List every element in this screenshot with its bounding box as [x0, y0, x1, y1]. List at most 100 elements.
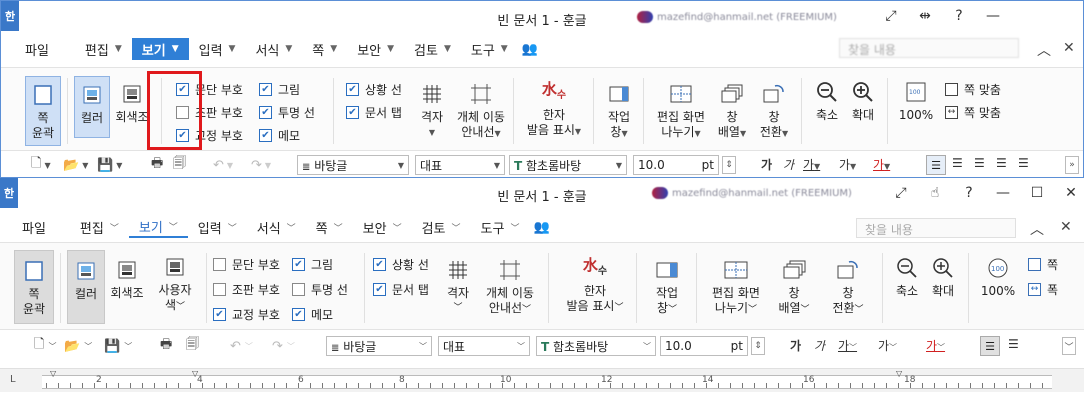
page-outline-button[interactable]: 쪽 윤곽: [14, 250, 54, 324]
check-memo[interactable]: ✔ 메모: [292, 306, 333, 323]
page-outline-button[interactable]: 쪽 윤곽: [25, 76, 61, 146]
help-icon[interactable]: ?: [952, 185, 986, 201]
fit-page-button[interactable]: 쪽: [1028, 256, 1058, 273]
tab-stop-marker[interactable]: L: [10, 374, 16, 385]
window-switch-button[interactable]: 창 전환▼: [753, 82, 795, 141]
language-select[interactable]: 대표 ﹀: [438, 336, 530, 356]
font-size-input[interactable]: 10.0 pt: [660, 336, 748, 356]
zoom-100-button[interactable]: 100 100%: [976, 256, 1020, 299]
margin-marker[interactable]: ▽: [896, 369, 902, 378]
bold-icon[interactable]: 가: [790, 337, 801, 354]
check-doc-tab[interactable]: ✔ 문서 탭: [346, 104, 402, 121]
menu-edit[interactable]: 편집 ﹀: [70, 216, 129, 238]
menu-security[interactable]: 보안 ﹀: [353, 216, 412, 238]
undo-icon[interactable]: ↶ ﹀: [230, 337, 253, 355]
zoom-in-button[interactable]: 확대: [847, 80, 879, 123]
menu-edit[interactable]: 편집 ▼: [75, 38, 132, 60]
fit-page-button[interactable]: 쪽 맞춤: [945, 81, 1001, 98]
close-icon[interactable]: ✕: [1063, 40, 1075, 56]
underline-icon[interactable]: 가▼: [803, 156, 820, 173]
user-color-button[interactable]: 사용자 색﹀: [151, 255, 199, 315]
bold-icon[interactable]: 가: [761, 156, 772, 173]
menu-format[interactable]: 서식 ▼: [245, 38, 302, 60]
check-proof-mark[interactable]: ✔ 교정 부호: [213, 306, 280, 323]
collapse-ribbon-icon[interactable]: ︿: [1030, 219, 1044, 239]
save-icon[interactable]: 💾 ▼: [97, 156, 122, 174]
color-button[interactable]: 컬러: [74, 76, 110, 138]
strikethrough-icon[interactable]: 가▼: [839, 156, 856, 173]
resize-icon[interactable]: ⇹: [908, 8, 942, 24]
help-icon[interactable]: ?: [942, 8, 976, 24]
toolbar-more-icon[interactable]: ﹀: [1062, 337, 1076, 355]
print-preview-icon[interactable]: 🗐: [173, 156, 186, 174]
window-arrange-button[interactable]: 창 배열▼: [713, 82, 751, 141]
people-icon[interactable]: 👥: [533, 220, 549, 235]
people-icon[interactable]: 👥: [522, 42, 538, 57]
zoom-in-button[interactable]: 확대: [926, 256, 960, 299]
font-size-input[interactable]: 10.0 pt: [633, 155, 719, 175]
indent-marker-left[interactable]: ▽: [50, 369, 56, 378]
align-left-icon[interactable]: ☰: [952, 156, 963, 170]
window-arrange-button[interactable]: 창 배열﹀: [774, 258, 814, 318]
new-doc-icon[interactable]: 🗋 ▼: [31, 156, 51, 174]
language-select[interactable]: 대표 ▼: [415, 155, 505, 175]
grid-button[interactable]: 격자 ﹀: [440, 258, 476, 316]
menu-view[interactable]: 보기 ▼: [131, 38, 189, 60]
font-size-stepper-icon[interactable]: ⇕: [751, 337, 765, 355]
check-status-line[interactable]: ✔ 상황 선: [373, 256, 429, 273]
fullscreen-icon[interactable]: ⤢: [884, 185, 918, 201]
split-view-button[interactable]: 편집 화면 나누기▼: [653, 82, 709, 141]
check-picture[interactable]: ✔ 그림: [292, 256, 333, 273]
horizontal-ruler[interactable]: L ▽ ▽ ▽ 2 4 6 8 10 12 14 16 18: [0, 368, 1084, 392]
align-justify-icon[interactable]: ☰: [980, 336, 1000, 356]
align-distribute-icon[interactable]: ☰: [1018, 156, 1029, 170]
zoom-100-button[interactable]: 100 100%: [895, 80, 937, 123]
grayscale-button[interactable]: 회색조: [108, 258, 146, 301]
search-input[interactable]: 찾을 내용: [839, 38, 1019, 58]
check-transparent-line[interactable]: ✔ 투명 선: [259, 104, 315, 121]
italic-icon[interactable]: 가: [783, 156, 794, 173]
check-status-line[interactable]: ✔ 상황 선: [346, 81, 402, 98]
hanja-pron-button[interactable]: 水수 한자 발음 표시▼: [523, 80, 585, 139]
fit-width-button[interactable]: ↔ 폭: [1028, 281, 1058, 298]
zoom-out-button[interactable]: 축소: [890, 256, 924, 299]
menu-insert[interactable]: 입력 ▼: [189, 38, 246, 60]
zoom-out-button[interactable]: 축소: [811, 80, 843, 123]
new-doc-icon[interactable]: 🗋 ﹀: [34, 337, 56, 355]
font-select[interactable]: T 함초롬바탕 ▼: [509, 155, 627, 175]
color-button[interactable]: 컬러: [67, 250, 105, 324]
object-guide-button[interactable]: 개체 이동 안내선▼: [453, 82, 509, 141]
minimize-icon[interactable]: —: [976, 8, 1010, 24]
window-switch-button[interactable]: 창 전환﹀: [824, 258, 872, 318]
maximize-icon[interactable]: ☐: [1020, 185, 1054, 201]
hand-icon[interactable]: ☝: [918, 185, 952, 201]
font-color-icon[interactable]: 가▼: [873, 156, 890, 173]
menu-page[interactable]: 쪽 ﹀: [306, 216, 353, 238]
menu-insert[interactable]: 입력 ﹀: [188, 216, 247, 238]
font-select[interactable]: T 함초롬바탕 ﹀: [536, 336, 656, 356]
menu-review[interactable]: 검토 ﹀: [412, 216, 471, 238]
account-info[interactable]: mazefind@hanmail.net (FREEMIUM): [652, 187, 852, 199]
close-icon[interactable]: ✕: [1054, 185, 1084, 201]
minimize-icon[interactable]: —: [986, 185, 1020, 201]
split-view-button[interactable]: 편집 화면 나누기﹀: [706, 258, 766, 318]
open-folder-icon[interactable]: 📂 ﹀: [64, 337, 92, 355]
fit-width-button[interactable]: ↔ 쪽 맞춤: [945, 104, 1001, 121]
italic-icon[interactable]: 가: [814, 337, 825, 354]
menu-file[interactable]: 파일: [15, 38, 59, 60]
check-memo[interactable]: ✔ 메모: [259, 127, 300, 144]
menu-view[interactable]: 보기 ﹀: [128, 216, 188, 238]
align-center-icon[interactable]: ☰: [996, 156, 1007, 170]
align-right-icon[interactable]: ☰: [974, 156, 985, 170]
undo-icon[interactable]: ↶ ▼: [213, 156, 233, 174]
object-guide-button[interactable]: 개체 이동 안내선﹀: [480, 258, 540, 318]
style-select[interactable]: ≣ 바탕글 ▼: [297, 155, 409, 175]
grayscale-button[interactable]: 회색조: [113, 82, 151, 125]
account-info[interactable]: mazefind@hanmail.net (FREEMIUM): [637, 11, 837, 23]
check-layout-mark[interactable]: 조판 부호: [213, 281, 280, 298]
task-pane-button[interactable]: 작업 창﹀: [648, 258, 686, 318]
redo-icon[interactable]: ↷ ▼: [251, 156, 271, 174]
menu-page[interactable]: 쪽 ▼: [302, 38, 347, 60]
align-left-icon[interactable]: ☰: [1008, 337, 1019, 351]
font-color-icon[interactable]: 가﹀: [926, 337, 945, 354]
